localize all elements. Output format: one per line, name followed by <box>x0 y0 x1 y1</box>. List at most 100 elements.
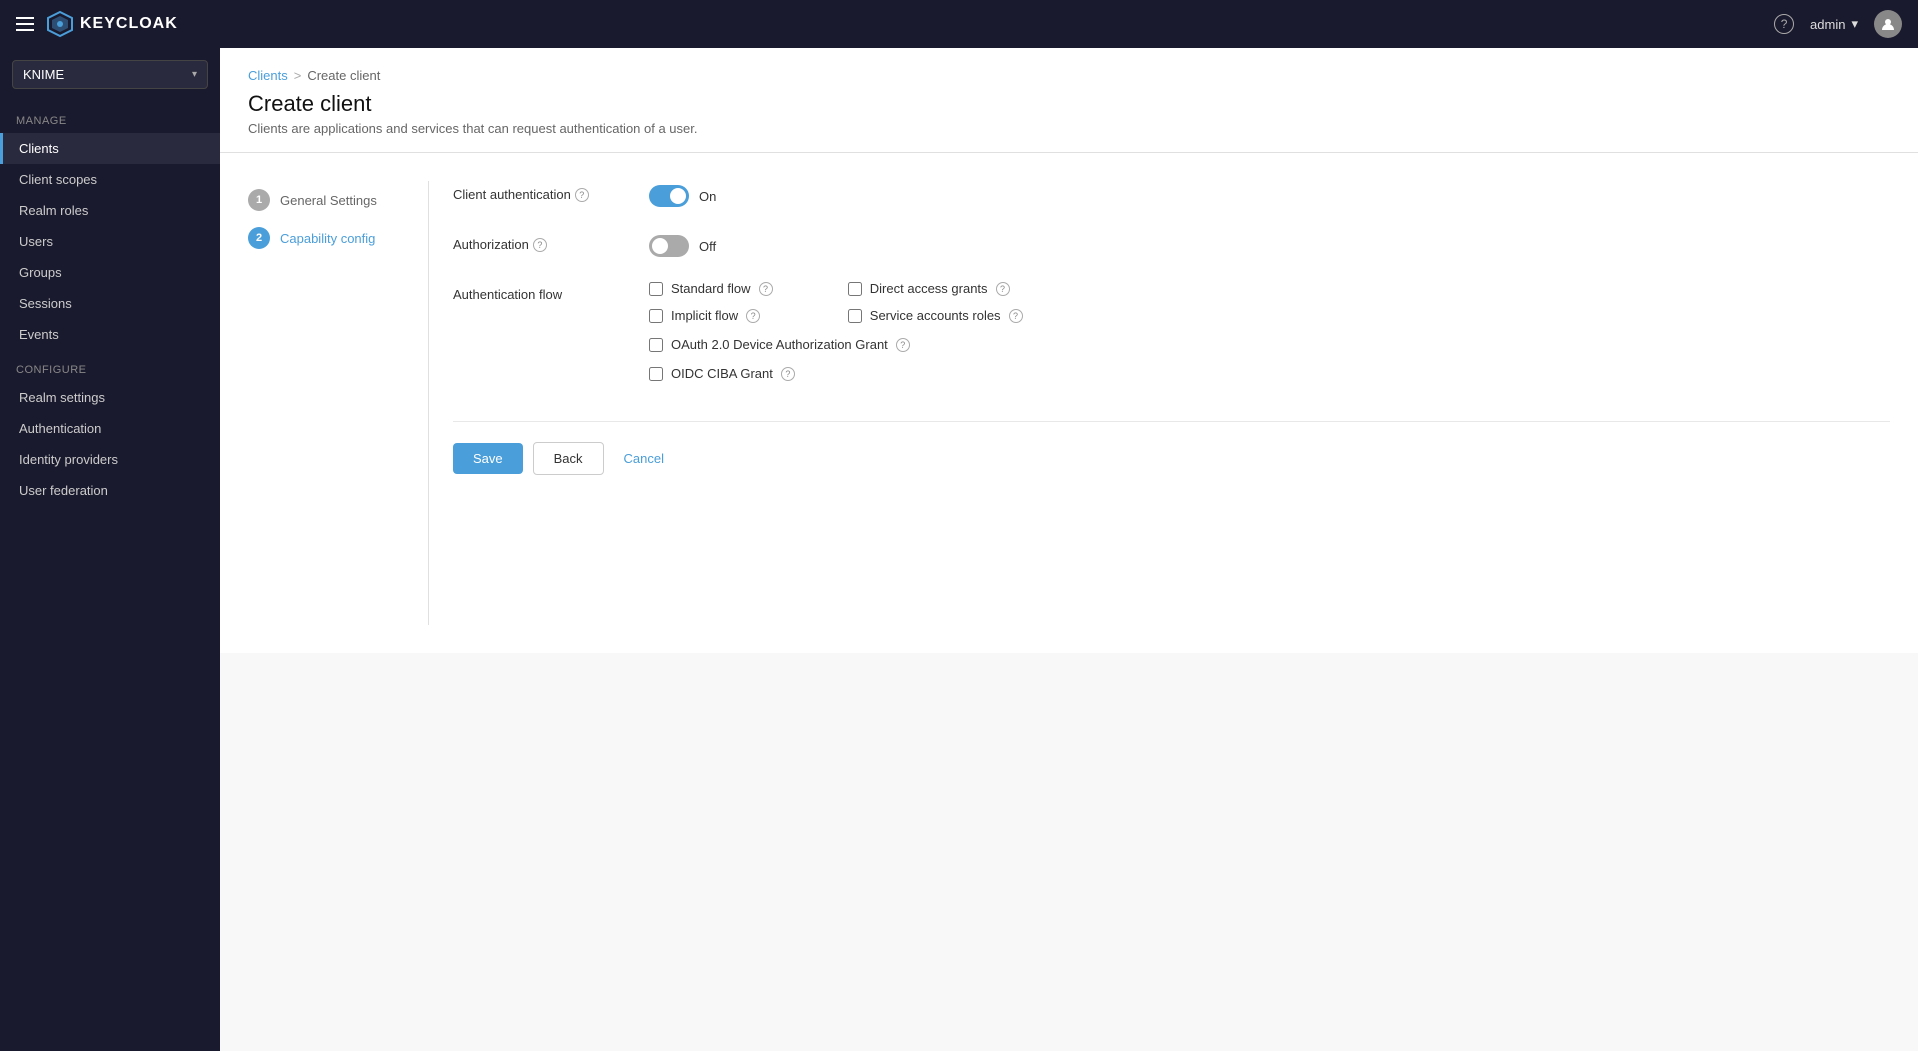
form-actions: Save Back Cancel <box>453 421 1890 475</box>
checkbox-item-service-accounts: Service accounts roles ? <box>848 308 1023 323</box>
user-label: admin <box>1810 17 1845 32</box>
navbar-right: ? admin ▾ <box>1774 10 1902 38</box>
sidebar-item-authentication-label: Authentication <box>19 421 101 436</box>
client-auth-label: Client authentication ? <box>453 181 633 202</box>
auth-flow-grid: Standard flow ? Direct access grants ? <box>649 281 1023 323</box>
hamburger-menu[interactable] <box>16 17 34 31</box>
authorization-row: Authorization ? Off <box>453 231 1890 257</box>
checkbox-item-standard-flow: Standard flow ? <box>649 281 824 296</box>
checkbox-item-oidc-ciba: OIDC CIBA Grant ? <box>649 366 1023 381</box>
content-area: Clients > Create client Create client Cl… <box>220 48 1918 1051</box>
manage-section-label: Manage <box>0 101 220 133</box>
user-menu[interactable]: admin ▾ <box>1810 16 1858 32</box>
direct-access-info-icon[interactable]: ? <box>996 282 1010 296</box>
sidebar-item-identity-providers[interactable]: Identity providers <box>0 444 220 475</box>
sidebar-item-sessions[interactable]: Sessions <box>0 288 220 319</box>
logo-icon <box>46 10 74 38</box>
wizard-steps: 1 General Settings 2 Capability config <box>248 181 428 625</box>
page-title: Create client <box>248 91 1890 117</box>
step-circle-2: 2 <box>248 227 270 249</box>
sidebar-item-realm-roles-label: Realm roles <box>19 203 88 218</box>
navbar-left: KEYCLOAK <box>16 10 178 38</box>
step-circle-1: 1 <box>248 189 270 211</box>
client-auth-row: Client authentication ? On <box>453 181 1890 207</box>
sidebar-item-clients-label: Clients <box>19 141 59 156</box>
authorization-toggle-label: Off <box>699 239 716 254</box>
checkbox-item-implicit-flow: Implicit flow ? <box>649 308 824 323</box>
oauth-device-label: OAuth 2.0 Device Authorization Grant <box>671 337 888 352</box>
service-accounts-info-icon[interactable]: ? <box>1009 309 1023 323</box>
client-auth-toggle[interactable] <box>649 185 689 207</box>
sidebar-item-clients[interactable]: Clients <box>0 133 220 164</box>
breadcrumb-separator: > <box>294 68 302 83</box>
oidc-ciba-checkbox[interactable] <box>649 367 663 381</box>
sidebar-item-groups-label: Groups <box>19 265 62 280</box>
wizard-step-1[interactable]: 1 General Settings <box>248 181 404 219</box>
avatar[interactable] <box>1874 10 1902 38</box>
realm-selector[interactable]: KNIME ▾ <box>12 60 208 89</box>
sidebar-item-groups[interactable]: Groups <box>0 257 220 288</box>
checkbox-item-oauth-device: OAuth 2.0 Device Authorization Grant ? <box>649 337 1023 352</box>
auth-flow-label: Authentication flow <box>453 281 633 302</box>
page-header: Clients > Create client Create client Cl… <box>220 48 1918 153</box>
cancel-button[interactable]: Cancel <box>614 443 674 474</box>
sidebar-item-sessions-label: Sessions <box>19 296 72 311</box>
configure-section-label: Configure <box>0 350 220 382</box>
breadcrumb-parent[interactable]: Clients <box>248 68 288 83</box>
authorization-toggle-wrap: Off <box>649 231 716 257</box>
standard-flow-label: Standard flow <box>671 281 751 296</box>
oidc-ciba-label: OIDC CIBA Grant <box>671 366 773 381</box>
authorization-label: Authorization ? <box>453 231 633 252</box>
sidebar-item-events-label: Events <box>19 327 59 342</box>
oauth-device-checkbox[interactable] <box>649 338 663 352</box>
realm-name: KNIME <box>23 67 64 82</box>
main-layout: KNIME ▾ Manage Clients Client scopes Rea… <box>0 48 1918 1051</box>
back-button[interactable]: Back <box>533 442 604 475</box>
breadcrumb: Clients > Create client <box>248 68 1890 83</box>
implicit-flow-info-icon[interactable]: ? <box>746 309 760 323</box>
form-area: 1 General Settings 2 Capability config C… <box>220 153 1918 653</box>
standard-flow-info-icon[interactable]: ? <box>759 282 773 296</box>
client-auth-toggle-knob <box>670 188 686 204</box>
sidebar-item-user-federation-label: User federation <box>19 483 108 498</box>
sidebar-item-client-scopes-label: Client scopes <box>19 172 97 187</box>
breadcrumb-current: Create client <box>307 68 380 83</box>
sidebar-item-realm-roles[interactable]: Realm roles <box>0 195 220 226</box>
authorization-toggle-knob <box>652 238 668 254</box>
sidebar-item-events[interactable]: Events <box>0 319 220 350</box>
logo-text: KEYCLOAK <box>80 15 178 33</box>
navbar: KEYCLOAK ? admin ▾ <box>0 0 1918 48</box>
realm-chevron: ▾ <box>192 69 197 80</box>
step-label-1: General Settings <box>280 193 377 208</box>
authorization-toggle[interactable] <box>649 235 689 257</box>
sidebar-item-authentication[interactable]: Authentication <box>0 413 220 444</box>
standard-flow-checkbox[interactable] <box>649 282 663 296</box>
sidebar: KNIME ▾ Manage Clients Client scopes Rea… <box>0 48 220 1051</box>
client-auth-info-icon[interactable]: ? <box>575 188 589 202</box>
sidebar-item-users[interactable]: Users <box>0 226 220 257</box>
auth-flow-options: Standard flow ? Direct access grants ? <box>649 281 1023 381</box>
save-button[interactable]: Save <box>453 443 523 474</box>
service-accounts-checkbox[interactable] <box>848 309 862 323</box>
wizard-step-2[interactable]: 2 Capability config <box>248 219 404 257</box>
checkbox-item-direct-access: Direct access grants ? <box>848 281 1023 296</box>
sidebar-item-user-federation[interactable]: User federation <box>0 475 220 506</box>
sidebar-item-client-scopes[interactable]: Client scopes <box>0 164 220 195</box>
auth-flow-row: Authentication flow Standard flow ? <box>453 281 1890 381</box>
client-auth-toggle-wrap: On <box>649 181 716 207</box>
sidebar-item-realm-settings[interactable]: Realm settings <box>0 382 220 413</box>
authorization-info-icon[interactable]: ? <box>533 238 547 252</box>
implicit-flow-checkbox[interactable] <box>649 309 663 323</box>
service-accounts-label: Service accounts roles <box>870 308 1001 323</box>
sidebar-item-users-label: Users <box>19 234 53 249</box>
direct-access-checkbox[interactable] <box>848 282 862 296</box>
implicit-flow-label: Implicit flow <box>671 308 738 323</box>
oauth-device-info-icon[interactable]: ? <box>896 338 910 352</box>
sidebar-item-identity-providers-label: Identity providers <box>19 452 118 467</box>
oidc-ciba-info-icon[interactable]: ? <box>781 367 795 381</box>
help-icon[interactable]: ? <box>1774 14 1794 34</box>
direct-access-label: Direct access grants <box>870 281 988 296</box>
user-chevron: ▾ <box>1851 16 1858 32</box>
page-description: Clients are applications and services th… <box>248 121 1890 136</box>
sidebar-item-realm-settings-label: Realm settings <box>19 390 105 405</box>
